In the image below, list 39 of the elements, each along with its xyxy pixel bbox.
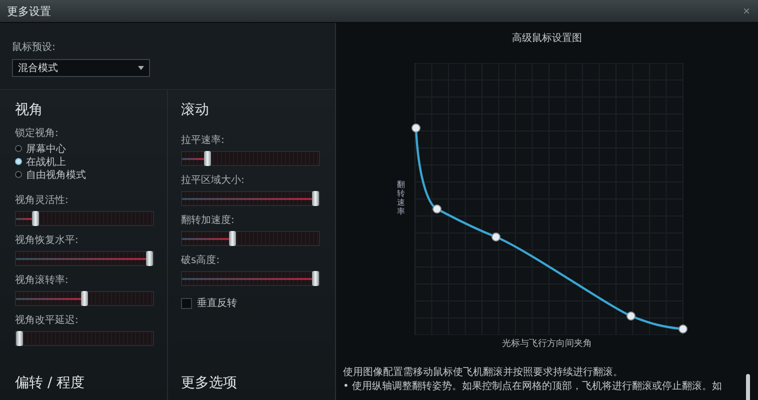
- slider[interactable]: [15, 211, 154, 226]
- slider[interactable]: [181, 231, 320, 246]
- section-title: 滚动: [181, 101, 210, 119]
- control-point[interactable]: [678, 324, 688, 334]
- control-point[interactable]: [492, 232, 500, 242]
- slider[interactable]: [15, 331, 154, 346]
- slider-label: 视角改平延迟:: [15, 314, 80, 327]
- preset-dropdown[interactable]: 混合模式: [12, 59, 150, 77]
- slider-label: 视角恢复水平:: [15, 234, 80, 247]
- lock-view-label: 锁定视角:: [15, 126, 60, 140]
- radio-option[interactable]: 屏幕中心: [15, 142, 153, 155]
- section-title: 偏转 / 程度: [15, 374, 86, 392]
- scrollbar[interactable]: [746, 374, 750, 400]
- caret-icon: [138, 66, 144, 70]
- chart-title: 高级鼠标设置图: [512, 32, 582, 45]
- slider[interactable]: [181, 271, 320, 286]
- control-point[interactable]: [412, 124, 420, 132]
- control-point[interactable]: [626, 312, 636, 320]
- slider[interactable]: [15, 251, 154, 266]
- slider-label: 翻转加速度:: [181, 214, 236, 227]
- slider[interactable]: [181, 151, 320, 166]
- axis-label: 光标与飞行方向间夹角: [502, 338, 592, 350]
- axis-label: 翻转速率: [397, 181, 405, 217]
- radio-option[interactable]: 在战机上: [15, 155, 153, 168]
- radio-option[interactable]: 自由视角模式: [15, 168, 153, 181]
- section-title: 更多选项: [181, 374, 238, 392]
- control-point[interactable]: [432, 204, 442, 214]
- slider[interactable]: [15, 291, 154, 306]
- preset-label: 鼠标预设:: [12, 40, 56, 54]
- window-title: 更多设置: [7, 4, 51, 18]
- slider-label: 拉平速率:: [181, 134, 226, 147]
- section-title: 视角: [15, 101, 44, 119]
- slider-label: 视角灵活性:: [15, 194, 70, 207]
- slider-label: 视角滚转率:: [15, 274, 70, 287]
- slider[interactable]: [181, 191, 320, 206]
- slider-label: 拉平区域大小:: [181, 174, 246, 187]
- slider-label: 破s高度:: [181, 254, 221, 267]
- description-text: 使用图像配置需移动鼠标使飞机翻滚并按照要求持续进行翻滚。 • 使用纵轴调整翻转姿势。如果控制点在网格的顶部，飞机将进行翻滚或停止翻滚。如: [343, 366, 724, 394]
- checkbox[interactable]: 垂直反转: [181, 296, 321, 310]
